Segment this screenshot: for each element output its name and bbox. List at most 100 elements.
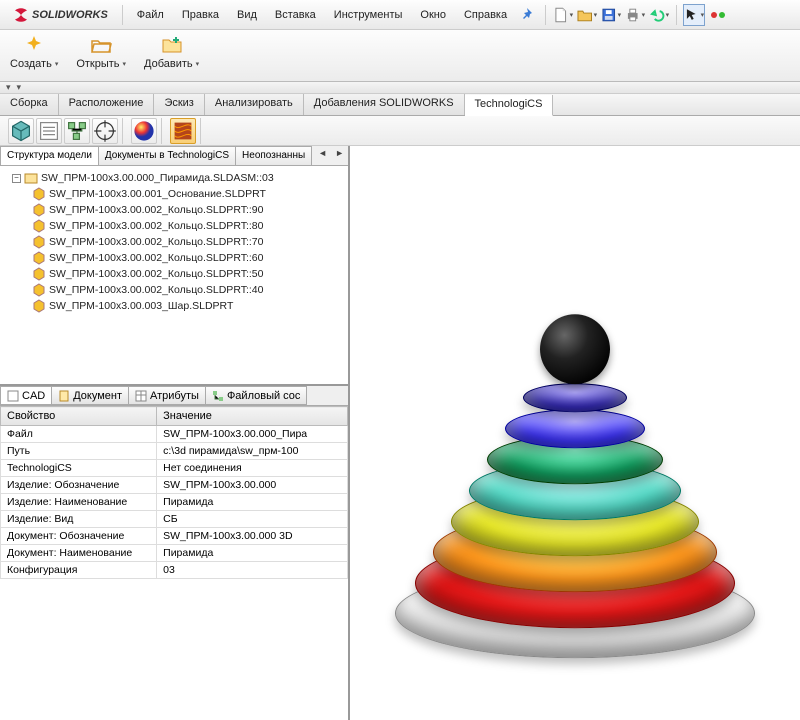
collapse-icon[interactable]: − [12, 174, 21, 183]
menu-view[interactable]: Вид [229, 5, 265, 25]
ribbon-tabs: Сборка Расположение Эскиз Анализировать … [0, 94, 800, 116]
col-value[interactable]: Значение [157, 407, 348, 426]
tab-technologics[interactable]: TechnologiCS [465, 95, 554, 116]
command-bar: Создать▾ Открыть▾ Добавить▾ [0, 30, 800, 82]
property-row[interactable]: Конфигурация03 [1, 562, 348, 579]
tool-sphere-icon[interactable] [131, 118, 157, 144]
property-row[interactable]: ФайлSW_ПРМ-100x3.00.000_Пира [1, 426, 348, 443]
doc-icon [58, 390, 70, 402]
tool-texture-icon[interactable] [170, 118, 196, 144]
tool-row [0, 116, 800, 146]
ring-90 [523, 383, 627, 412]
prop-val: Пирамида [157, 494, 348, 511]
property-row[interactable]: Документ: НаименованиеПирамида [1, 545, 348, 562]
property-table: Свойство Значение ФайлSW_ПРМ-100x3.00.00… [0, 406, 348, 720]
app-brand: SOLIDWORKS [32, 9, 108, 21]
col-property[interactable]: Свойство [1, 407, 157, 426]
cmd-create[interactable]: Создать▾ [6, 32, 62, 72]
tool-list-icon[interactable] [36, 118, 62, 144]
tab-analyze[interactable]: Анализировать [205, 94, 304, 115]
menu-tools[interactable]: Инструменты [326, 5, 411, 25]
property-row[interactable]: Путьc:\3d пирамида\sw_прм-100 [1, 443, 348, 460]
subtab-documents[interactable]: Документы в TechnologiCS [98, 146, 236, 165]
tree-child-row[interactable]: SW_ПРМ-100x3.00.002_Кольцо.SLDPRT::50 [2, 266, 346, 282]
property-row[interactable]: Изделие: ВидСБ [1, 511, 348, 528]
sparkle-new-icon [23, 34, 45, 56]
tree-icon [212, 390, 224, 402]
tree-child-row[interactable]: SW_ПРМ-100x3.00.003_Шар.SLDPRT [2, 298, 346, 314]
cursor-button[interactable]: ▾ [683, 4, 705, 26]
menu-file[interactable]: Файл [129, 5, 172, 25]
prop-val: СБ [157, 511, 348, 528]
left-panel: Структура модели Документы в TechnologiC… [0, 146, 350, 720]
subtab-scroll-right-icon[interactable]: ► [331, 146, 348, 165]
model-tree[interactable]: − SW_ПРМ-100x3.00.000_Пирамида.SLDASM::0… [0, 166, 348, 386]
property-row[interactable]: Изделие: НаименованиеПирамида [1, 494, 348, 511]
folder-add-icon [161, 34, 183, 56]
undo-button[interactable]: ▾ [648, 4, 670, 26]
part-icon [32, 267, 46, 281]
assembly-icon [24, 171, 38, 185]
prop-val: SW_ПРМ-100x3.00.000 3D [157, 528, 348, 545]
open-file-button[interactable]: ▾ [576, 4, 598, 26]
ptab-cad[interactable]: CAD [0, 386, 52, 405]
prop-key: Изделие: Вид [1, 511, 157, 528]
viewport-3d[interactable] [350, 146, 800, 720]
subtab-scroll-left-icon[interactable]: ◄ [314, 146, 331, 165]
part-icon [32, 219, 46, 233]
property-row[interactable]: Изделие: ОбозначениеSW_ПРМ-100x3.00.000 [1, 477, 348, 494]
property-row[interactable]: TechnologiCSНет соединения [1, 460, 348, 477]
tree-child-row[interactable]: SW_ПРМ-100x3.00.001_Основание.SLDPRT [2, 186, 346, 202]
tool-cube-icon[interactable] [8, 118, 34, 144]
ptab-document[interactable]: Документ [51, 386, 129, 405]
property-row[interactable]: Документ: ОбозначениеSW_ПРМ-100x3.00.000… [1, 528, 348, 545]
subtab-unknown[interactable]: Неопознанны [235, 146, 312, 165]
tab-addins[interactable]: Добавления SOLIDWORKS [304, 94, 465, 115]
tree-child-row[interactable]: SW_ПРМ-100x3.00.002_Кольцо.SLDPRT::70 [2, 234, 346, 250]
tree-child-row[interactable]: SW_ПРМ-100x3.00.002_Кольцо.SLDPRT::80 [2, 218, 346, 234]
tool-target-icon[interactable] [92, 118, 118, 144]
menu-insert[interactable]: Вставка [267, 5, 324, 25]
doc-icon [7, 390, 19, 402]
prop-val: Пирамида [157, 545, 348, 562]
part-icon [32, 187, 46, 201]
tab-sketch[interactable]: Эскиз [154, 94, 204, 115]
chevron-down-icon[interactable]: ▾ [6, 82, 11, 93]
prop-key: Путь [1, 443, 157, 460]
tool-tree-icon[interactable] [64, 118, 90, 144]
tree-child-row[interactable]: SW_ПРМ-100x3.00.002_Кольцо.SLDPRT::40 [2, 282, 346, 298]
part-icon [32, 235, 46, 249]
tree-child-row[interactable]: SW_ПРМ-100x3.00.002_Кольцо.SLDPRT::60 [2, 250, 346, 266]
workspace: Структура модели Документы в TechnologiC… [0, 146, 800, 720]
ptab-attributes[interactable]: Атрибуты [128, 386, 206, 405]
menu-help[interactable]: Справка [456, 5, 515, 25]
pin-icon[interactable] [517, 4, 539, 26]
sub-bar: ▾ ▾ [0, 82, 800, 94]
traffic-light-icon[interactable] [707, 4, 729, 26]
tab-assembly[interactable]: Сборка [0, 94, 59, 115]
tree-root-row[interactable]: − SW_ПРМ-100x3.00.000_Пирамида.SLDASM::0… [2, 170, 346, 186]
prop-val: 03 [157, 562, 348, 579]
chevron-down-icon[interactable]: ▾ [17, 82, 22, 93]
panel-subtabs: Структура модели Документы в TechnologiC… [0, 146, 348, 166]
tree-child-row[interactable]: SW_ПРМ-100x3.00.002_Кольцо.SLDPRT::90 [2, 202, 346, 218]
new-file-button[interactable]: ▾ [552, 4, 574, 26]
part-icon [32, 283, 46, 297]
subtab-structure[interactable]: Структура модели [0, 146, 99, 165]
prop-key: Изделие: Наименование [1, 494, 157, 511]
prop-val: SW_ПРМ-100x3.00.000_Пира [157, 426, 348, 443]
prop-key: Файл [1, 426, 157, 443]
menu-window[interactable]: Окно [412, 5, 454, 25]
cmd-add[interactable]: Добавить▾ [140, 32, 203, 72]
menu-edit[interactable]: Правка [174, 5, 227, 25]
ptab-filestruct[interactable]: Файловый сос [205, 386, 307, 405]
cmd-open[interactable]: Открыть▾ [72, 32, 130, 72]
prop-key: Конфигурация [1, 562, 157, 579]
tab-layout[interactable]: Расположение [59, 94, 155, 115]
pyramid-model [385, 248, 765, 668]
prop-val: c:\3d пирамида\sw_прм-100 [157, 443, 348, 460]
save-button[interactable]: ▾ [600, 4, 622, 26]
folder-open-icon [90, 34, 112, 56]
print-button[interactable]: ▾ [624, 4, 646, 26]
part-icon [32, 299, 46, 313]
